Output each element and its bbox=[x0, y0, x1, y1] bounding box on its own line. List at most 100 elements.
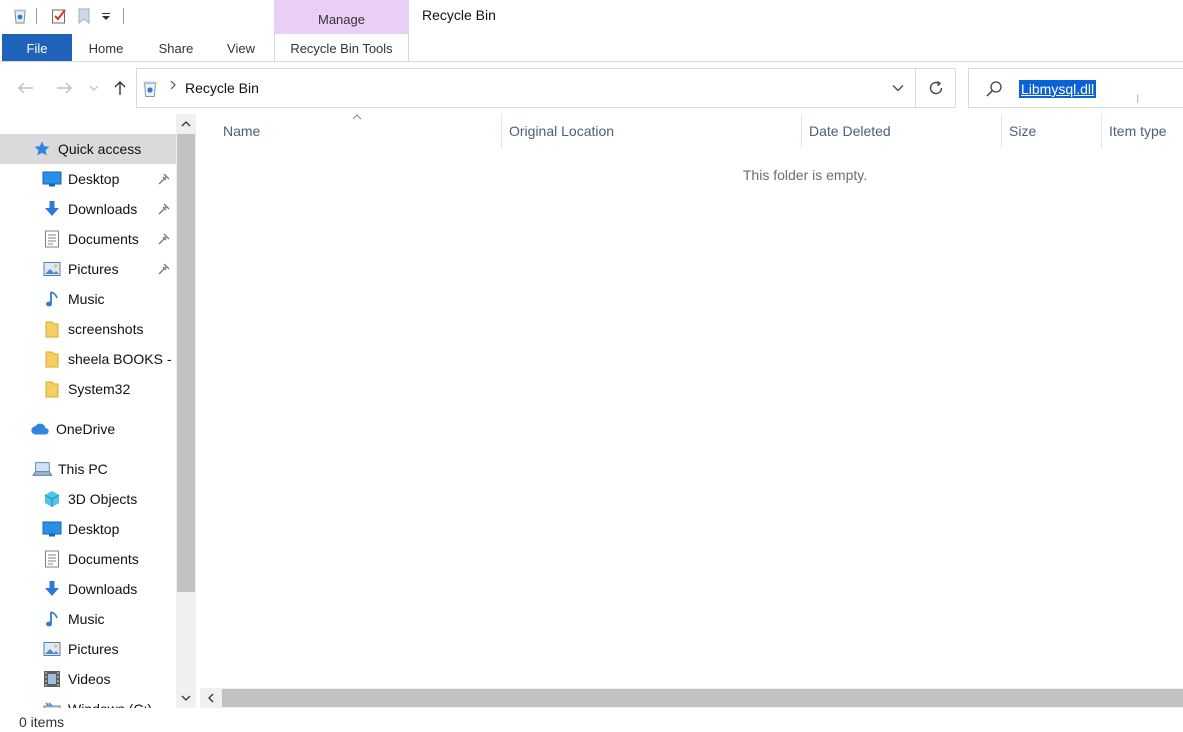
address-bar[interactable]: Recycle Bin bbox=[136, 68, 916, 108]
properties-icon[interactable] bbox=[50, 7, 68, 25]
nav-item-music[interactable]: Music bbox=[0, 284, 176, 314]
nav-item-desktop[interactable]: Desktop bbox=[0, 164, 176, 194]
nav-item-windows-c[interactable]: Windows (C:) bbox=[0, 694, 176, 708]
tab-share[interactable]: Share bbox=[150, 34, 202, 62]
nav-item-label: Pictures bbox=[68, 261, 119, 277]
cloud-icon bbox=[30, 419, 50, 439]
nav-item-quick-access[interactable]: Quick access bbox=[0, 134, 176, 164]
nav-item-onedrive[interactable]: OneDrive bbox=[0, 414, 176, 444]
nav-item-label: 3D Objects bbox=[68, 491, 138, 507]
new-folder-icon[interactable] bbox=[76, 7, 92, 25]
nav-item-documents[interactable]: Documents bbox=[0, 544, 176, 574]
folder-icon bbox=[42, 349, 62, 369]
music-icon bbox=[42, 609, 62, 629]
scroll-left-button[interactable] bbox=[200, 688, 222, 708]
nav-item-3d-objects[interactable]: 3D Objects bbox=[0, 484, 176, 514]
empty-folder-message: This folder is empty. bbox=[742, 167, 868, 183]
nav-item-downloads[interactable]: Downloads bbox=[0, 574, 176, 604]
nav-item-pictures[interactable]: Pictures bbox=[0, 254, 176, 284]
chevron-left-icon bbox=[208, 693, 214, 703]
item-count: 0 items bbox=[19, 714, 65, 730]
breadcrumb-recycle-bin[interactable]: Recycle Bin bbox=[185, 80, 259, 96]
nav-item-system32[interactable]: System32 bbox=[0, 374, 176, 404]
text-cursor-icon: I bbox=[1136, 92, 1140, 106]
nav-item-music[interactable]: Music bbox=[0, 604, 176, 634]
refresh-button[interactable] bbox=[916, 68, 956, 108]
tab-label: Home bbox=[88, 40, 124, 56]
nav-item-label: Downloads bbox=[68, 201, 138, 217]
column-header-name[interactable]: Name bbox=[223, 114, 501, 148]
nav-item-label: Downloads bbox=[68, 581, 138, 597]
pin-icon bbox=[158, 232, 170, 248]
tab-view[interactable]: View bbox=[219, 34, 263, 62]
navigation-pane: Quick access Desktop Downloads Documents Pic… bbox=[0, 114, 200, 708]
column-header-original-location[interactable]: Original Location bbox=[509, 114, 801, 148]
tab-recycle-bin-tools[interactable]: Recycle Bin Tools bbox=[274, 34, 409, 62]
recent-locations-button[interactable] bbox=[84, 76, 104, 100]
nav-item-sheela-books[interactable]: sheela BOOKS - bbox=[0, 344, 176, 374]
ribbon-tabs: File Home Share View Recycle Bin Tools bbox=[0, 34, 1183, 62]
nav-item-screenshots[interactable]: screenshots bbox=[0, 314, 176, 344]
nav-item-this-pc[interactable]: This PC bbox=[0, 454, 176, 484]
star-icon bbox=[32, 139, 52, 159]
file-list[interactable]: Name Original Location Date Deleted Size… bbox=[200, 114, 1183, 708]
column-divider[interactable] bbox=[1001, 114, 1002, 148]
navigation-scrollbar[interactable] bbox=[176, 114, 196, 708]
refresh-icon bbox=[929, 80, 942, 95]
column-label: Original Location bbox=[509, 123, 615, 139]
download-icon bbox=[42, 579, 62, 599]
recycle-bin-icon[interactable] bbox=[12, 7, 28, 25]
scroll-thumb[interactable] bbox=[222, 689, 1183, 707]
address-history-dropdown[interactable] bbox=[880, 69, 916, 107]
chevron-down-icon bbox=[89, 85, 99, 91]
pictures-icon bbox=[42, 639, 62, 659]
column-divider[interactable] bbox=[1101, 114, 1102, 148]
column-divider[interactable] bbox=[801, 114, 802, 148]
scroll-up-button[interactable] bbox=[176, 114, 196, 134]
nav-item-label: screenshots bbox=[68, 321, 144, 337]
navigation-bar: Recycle Bin Libmysql.dll bbox=[0, 62, 1183, 114]
nav-item-label: System32 bbox=[68, 381, 131, 397]
nav-item-pictures[interactable]: Pictures bbox=[0, 634, 176, 664]
column-header-size[interactable]: Size bbox=[1009, 114, 1101, 148]
breadcrumb-chevron-icon[interactable] bbox=[169, 78, 177, 94]
nav-item-label: Music bbox=[68, 611, 105, 627]
documents-icon bbox=[42, 549, 62, 569]
chevron-up-icon bbox=[181, 121, 191, 127]
forward-button[interactable] bbox=[52, 76, 76, 100]
pictures-icon bbox=[42, 259, 62, 279]
customize-toolbar-dropdown-icon[interactable] bbox=[100, 7, 112, 25]
video-icon bbox=[42, 669, 62, 689]
nav-item-desktop[interactable]: Desktop bbox=[0, 514, 176, 544]
scroll-down-button[interactable] bbox=[176, 688, 196, 708]
nav-item-downloads[interactable]: Downloads bbox=[0, 194, 176, 224]
nav-item-label: Documents bbox=[68, 551, 139, 567]
nav-item-videos[interactable]: Videos bbox=[0, 664, 176, 694]
nav-item-label: Pictures bbox=[68, 641, 119, 657]
search-box[interactable]: Libmysql.dll bbox=[968, 68, 1183, 108]
tab-label: View bbox=[227, 40, 255, 56]
column-header-date-deleted[interactable]: Date Deleted bbox=[809, 114, 1001, 148]
documents-icon bbox=[42, 229, 62, 249]
nav-item-label: Windows (C:) bbox=[68, 701, 152, 708]
horizontal-scrollbar[interactable] bbox=[200, 688, 1183, 708]
tab-file[interactable]: File bbox=[2, 34, 72, 62]
search-input[interactable]: Libmysql.dll bbox=[1019, 80, 1097, 98]
column-label: Size bbox=[1009, 123, 1037, 139]
back-button[interactable] bbox=[14, 76, 38, 100]
nav-item-label: Videos bbox=[68, 671, 111, 687]
tab-home[interactable]: Home bbox=[79, 34, 133, 62]
nav-item-documents[interactable]: Documents bbox=[0, 224, 176, 254]
chevron-down-icon bbox=[181, 695, 191, 701]
tab-label: File bbox=[26, 40, 48, 56]
sort-ascending-icon bbox=[352, 112, 362, 123]
column-header-item-type[interactable]: Item type bbox=[1109, 114, 1183, 148]
nav-item-label: sheela BOOKS - bbox=[68, 351, 172, 367]
folder-icon bbox=[42, 319, 62, 339]
column-divider[interactable] bbox=[501, 114, 502, 148]
scroll-thumb[interactable] bbox=[177, 134, 195, 592]
recycle-bin-icon bbox=[142, 80, 158, 103]
music-icon bbox=[42, 289, 62, 309]
up-button[interactable] bbox=[108, 76, 132, 100]
manage-context-tab[interactable]: Manage bbox=[274, 0, 409, 34]
